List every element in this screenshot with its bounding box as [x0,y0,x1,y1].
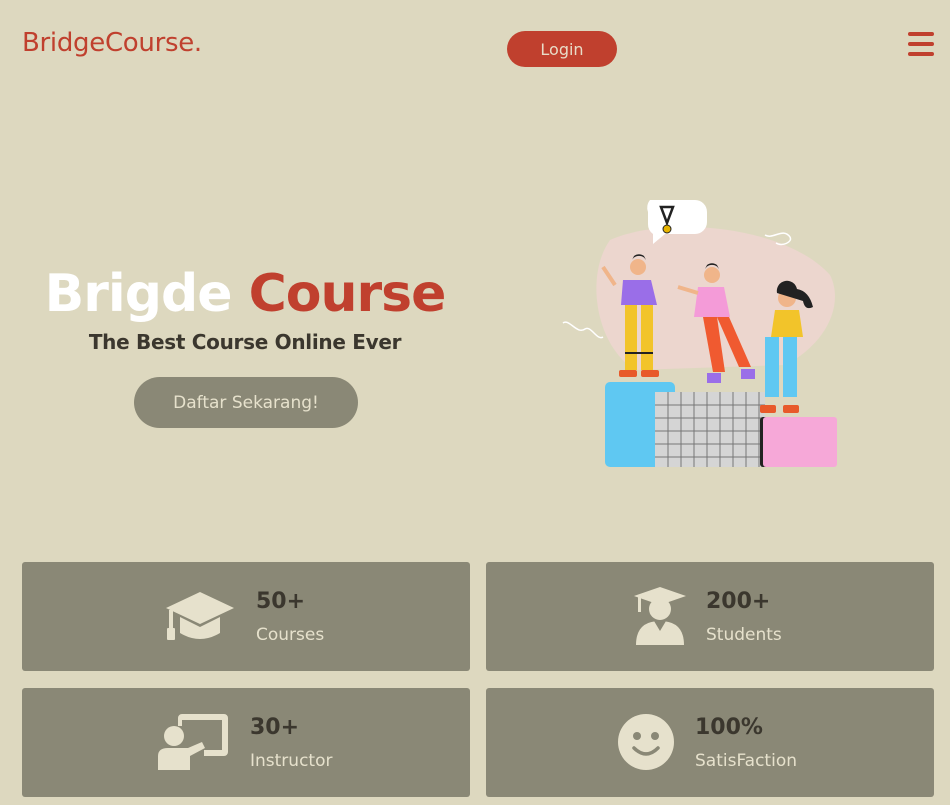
people-on-podium-illustration [562,200,837,467]
hero-title-part1: Brigde [44,264,233,324]
register-button[interactable]: Daftar Sekarang! [134,377,358,428]
stat-card-courses: 50+ Courses [22,562,470,671]
hero-title-part2: Course [248,264,447,324]
stat-label: Courses [256,625,325,645]
brand-logo[interactable]: BridgeCourse. [22,28,202,58]
stat-value: 200+ [706,589,771,614]
stat-value: 30+ [250,715,300,740]
stat-value: 50+ [256,589,306,614]
stat-card-satisfaction: 100% SatisFaction [486,688,934,797]
stat-label: SatisFaction [695,751,797,771]
hero-subtitle: The Best Course Online Ever [88,330,402,354]
graduation-cap-icon [166,592,234,640]
hamburger-icon [908,32,934,56]
login-button[interactable]: Login [507,31,617,67]
stat-card-students: 200+ Students [486,562,934,671]
stat-value: 100% [695,715,763,740]
stat-label: Instructor [250,751,333,771]
stat-label: Students [706,625,782,645]
hero-title: Brigde Course [0,262,490,326]
stat-card-instructor: 30+ Instructor [22,688,470,797]
smiley-icon [618,714,674,770]
menu-button[interactable] [906,30,936,58]
instructor-icon [158,714,228,770]
student-icon [634,587,686,645]
